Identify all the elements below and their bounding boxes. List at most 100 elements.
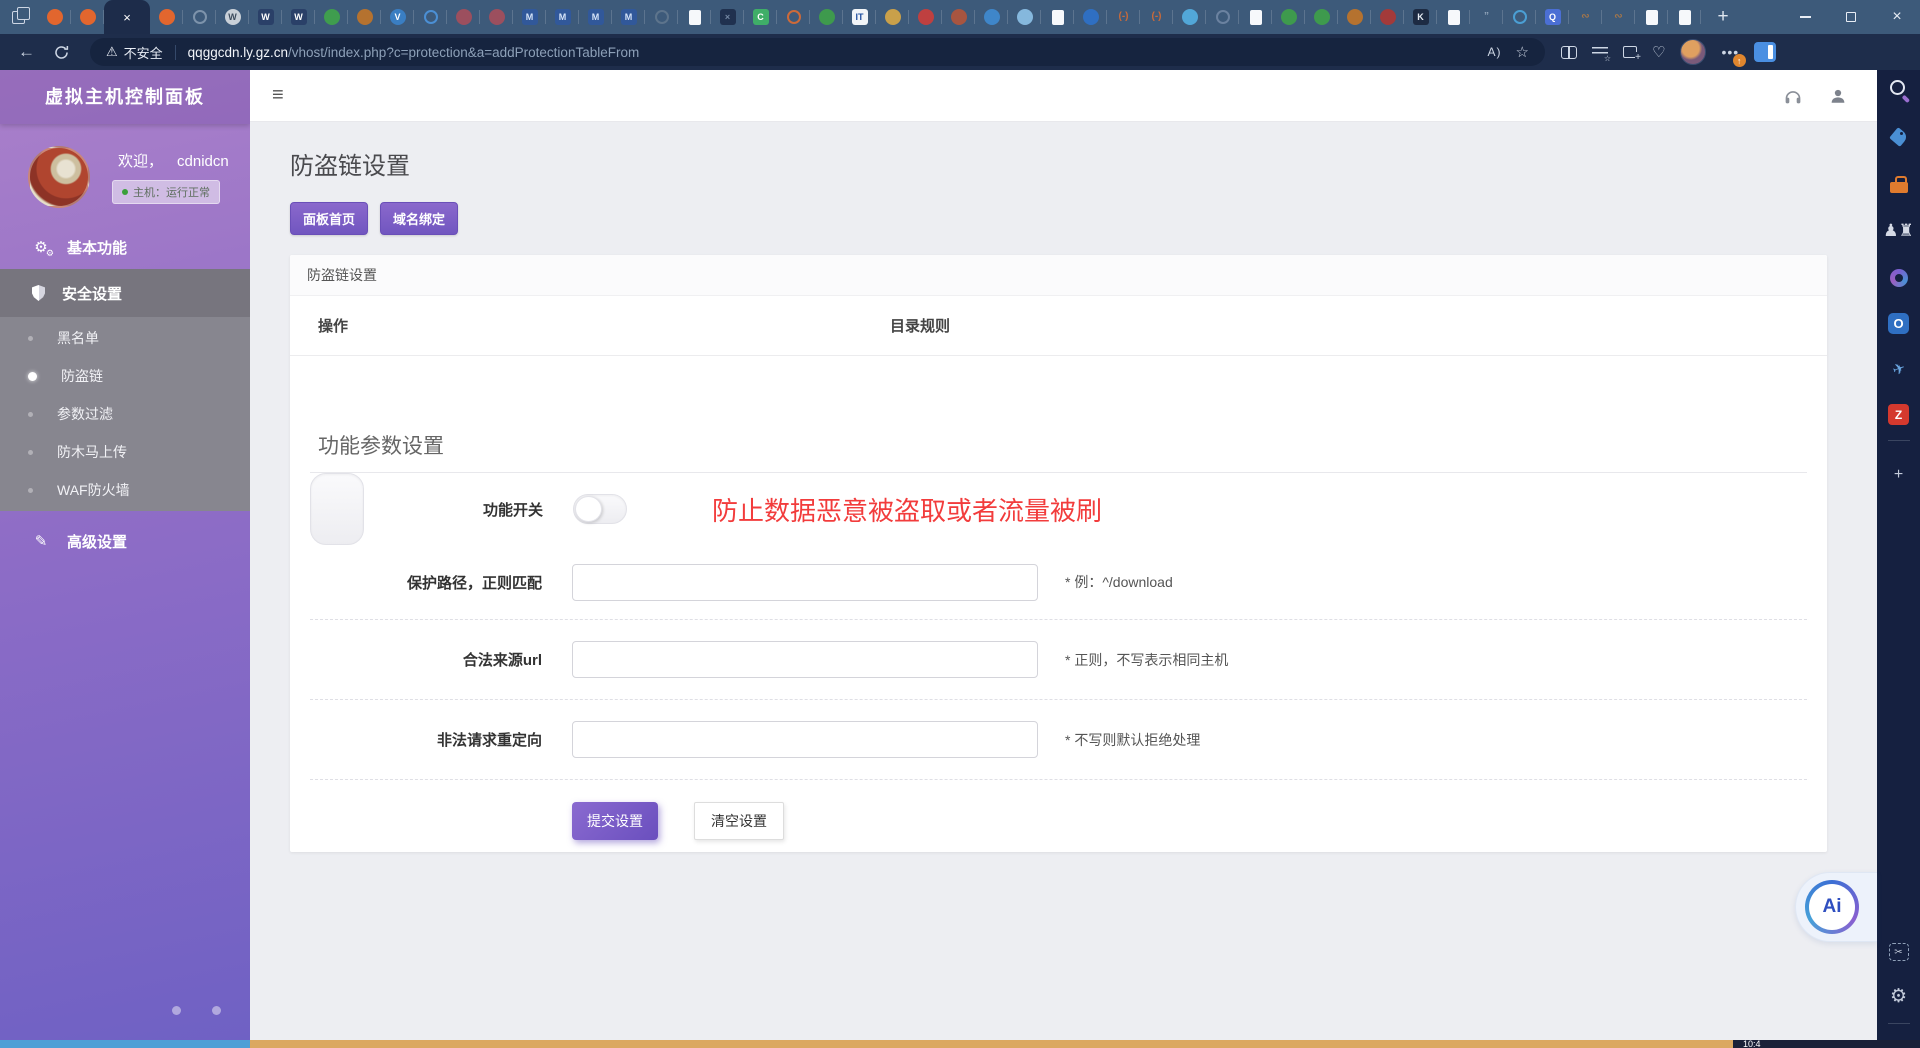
browser-tab[interactable] (1668, 0, 1701, 34)
browser-tab[interactable]: K (1404, 0, 1437, 34)
browser-tab[interactable]: M (546, 0, 579, 34)
favorites-bar-icon[interactable] (1592, 46, 1611, 63)
browser-tab[interactable] (1635, 0, 1668, 34)
sidebar-toggle-icon[interactable] (1754, 42, 1777, 62)
browser-tab[interactable] (876, 0, 909, 34)
drop-icon[interactable]: ✈ (1883, 354, 1914, 385)
browser-tab[interactable] (480, 0, 513, 34)
shopping-icon[interactable] (1887, 125, 1911, 149)
browser-tab[interactable] (348, 0, 381, 34)
browser-tab[interactable]: ∾ (1602, 0, 1635, 34)
screenshot-icon[interactable]: ✂ (1888, 943, 1909, 961)
submenu-item[interactable]: 黑名单 (0, 319, 250, 357)
submenu-item[interactable]: 防木马上传 (0, 433, 250, 471)
browser-tab[interactable] (1173, 0, 1206, 34)
games-icon[interactable]: ♟♜ (1883, 219, 1913, 243)
minimize-button[interactable] (1782, 0, 1828, 34)
browser-tab[interactable]: (-) (1140, 0, 1173, 34)
submenu-item[interactable]: 防盗链 (0, 357, 250, 395)
browser-tab[interactable]: W (249, 0, 282, 34)
headset-icon[interactable] (1783, 87, 1803, 105)
browser-tab[interactable] (1503, 0, 1536, 34)
sidebar-item-security[interactable]: 安全设置 (0, 269, 250, 317)
browser-tab[interactable] (777, 0, 810, 34)
browser-tab[interactable]: ” (1470, 0, 1503, 34)
feature-toggle[interactable] (573, 494, 627, 524)
browser-tab[interactable] (1272, 0, 1305, 34)
page-nav-button[interactable]: 面板首页 (290, 202, 369, 235)
close-button[interactable]: × (1874, 0, 1920, 34)
browser-tab[interactable]: Q (1536, 0, 1569, 34)
browser-tab[interactable]: W (282, 0, 315, 34)
browser-tab[interactable]: ∾ (1569, 0, 1602, 34)
profile-avatar[interactable] (1680, 39, 1707, 65)
browser-tab[interactable]: C (744, 0, 777, 34)
outlook-icon[interactable]: O (1888, 313, 1909, 334)
favorite-star-icon[interactable]: ☆ (1516, 43, 1529, 61)
browser-tab[interactable]: × (711, 0, 744, 34)
clear-button[interactable]: 清空设置 (694, 802, 784, 840)
browser-tab[interactable]: W (216, 0, 249, 34)
read-aloud-icon[interactable]: A) (1488, 45, 1502, 59)
browser-tab[interactable] (1371, 0, 1404, 34)
collections-icon[interactable] (1623, 46, 1641, 63)
submit-button[interactable]: 提交设置 (572, 802, 658, 840)
browser-tab[interactable] (975, 0, 1008, 34)
red-app-icon[interactable]: Z (1888, 404, 1909, 425)
submenu-item[interactable]: WAF防火墙 (0, 471, 250, 509)
essentials-icon[interactable]: ♡ (1652, 43, 1665, 61)
browser-tab[interactable] (1338, 0, 1371, 34)
browser-tab[interactable] (909, 0, 942, 34)
browser-tab[interactable] (1437, 0, 1470, 34)
browser-tab[interactable]: M (513, 0, 546, 34)
browser-tab[interactable] (1239, 0, 1272, 34)
search-icon[interactable] (1887, 78, 1911, 102)
settings-icon[interactable]: ⚙ (1887, 984, 1911, 1008)
browser-tab[interactable] (414, 0, 447, 34)
browser-tab[interactable] (183, 0, 216, 34)
browser-tab[interactable]: IT (843, 0, 876, 34)
text-input[interactable] (572, 641, 1038, 678)
browser-tab[interactable]: M (612, 0, 645, 34)
browser-tab[interactable]: × (104, 0, 150, 34)
browser-tab[interactable] (447, 0, 480, 34)
user-icon[interactable] (1829, 87, 1847, 105)
browser-tab[interactable] (71, 0, 104, 34)
text-input[interactable] (572, 721, 1038, 758)
microsoft-365-icon[interactable] (1887, 266, 1911, 290)
text-input[interactable] (572, 563, 1038, 601)
address-bar[interactable]: ⚠ 不安全 qqggcdn.ly.gz.cn/vhost/index.php?c… (90, 38, 1545, 66)
browser-tab[interactable] (1041, 0, 1074, 34)
strip-taskbar (250, 1040, 1733, 1048)
browser-tab[interactable]: (-) (1107, 0, 1140, 34)
browser-tab[interactable] (810, 0, 843, 34)
browser-tab[interactable] (942, 0, 975, 34)
ai-assistant-button[interactable]: Ai (1795, 872, 1877, 942)
maximize-button[interactable] (1828, 0, 1874, 34)
add-sidebar-app-icon[interactable]: + (1887, 463, 1911, 487)
browser-tab[interactable]: V (381, 0, 414, 34)
sidebar-item-basic[interactable]: 基本功能 (0, 225, 250, 269)
browser-tab[interactable] (1074, 0, 1107, 34)
browser-tab[interactable] (1305, 0, 1338, 34)
browser-tab[interactable] (645, 0, 678, 34)
menu-icon[interactable]: ≡ (272, 84, 284, 107)
new-tab-button[interactable]: + (1706, 0, 1740, 34)
browser-tab[interactable] (1008, 0, 1041, 34)
sidebar-item-advanced[interactable]: 高级设置 (0, 519, 250, 563)
browser-tab[interactable] (38, 0, 71, 34)
browser-tab[interactable] (678, 0, 711, 34)
page-nav-button[interactable]: 域名绑定 (380, 202, 459, 235)
more-menu-icon[interactable]: ••• ↑ (1721, 44, 1747, 67)
split-screen-icon[interactable] (1561, 45, 1577, 59)
back-button[interactable]: ← (18, 42, 35, 62)
browser-tab[interactable]: M (579, 0, 612, 34)
workspaces-icon[interactable] (10, 6, 32, 28)
browser-tab[interactable] (315, 0, 348, 34)
refresh-button[interactable] (53, 44, 70, 61)
toolbox-icon[interactable] (1887, 172, 1911, 196)
user-avatar[interactable] (28, 146, 90, 208)
browser-tab[interactable] (1206, 0, 1239, 34)
browser-tab[interactable] (150, 0, 183, 34)
submenu-item[interactable]: 参数过滤 (0, 395, 250, 433)
